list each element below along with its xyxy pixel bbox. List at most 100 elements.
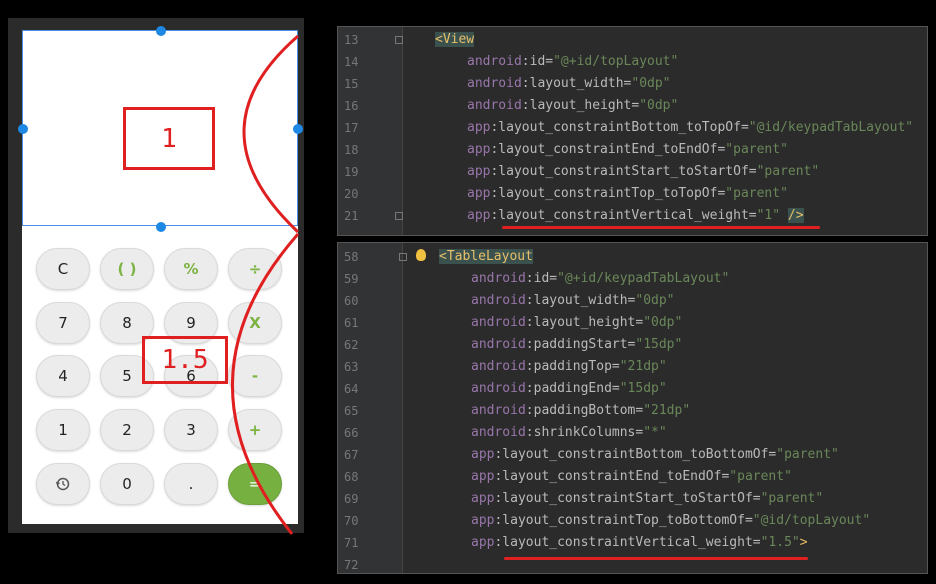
code-line[interactable]: 16 android:layout_height="0dp" — [338, 95, 927, 117]
code-token: "0dp" — [635, 293, 675, 308]
code-token: :layout_constraintBottom_toBottomOf= — [494, 447, 777, 462]
code-token: :layout_constraintTop_toBottomOf= — [494, 513, 753, 528]
code-text: <TableLayout — [439, 246, 533, 268]
line-number: 69 — [344, 492, 359, 506]
line-number: 63 — [344, 360, 359, 374]
keypad-key[interactable]: 4 — [36, 355, 90, 397]
code-editor-view-snippet[interactable]: 13 <View 14 android:id="@+id/topLayout" 15 an… — [337, 26, 928, 236]
code-token: android — [471, 337, 526, 352]
code-token: > — [799, 535, 808, 550]
fold-marker-icon[interactable] — [395, 212, 403, 220]
code-line[interactable]: 17 app:layout_constraintBottom_toTopOf="@… — [338, 117, 927, 139]
code-token: "parent" — [756, 164, 820, 179]
code-line[interactable]: 15 android:layout_width="0dp" — [338, 73, 927, 95]
weight-annotation-top: 1 — [123, 107, 215, 170]
code-token: app — [467, 164, 491, 179]
code-line[interactable]: 70 app:layout_constraintTop_toBottomOf="@… — [338, 510, 927, 532]
code-token: :layout_constraintTop_toTopOf= — [490, 186, 726, 201]
code-line[interactable]: 21 app:layout_constraintVertical_weight="… — [338, 205, 927, 227]
line-number: 17 — [344, 121, 359, 135]
code-line[interactable]: 62 android:paddingStart="15dp" — [338, 334, 927, 356]
keypad-key[interactable]: 3 — [164, 409, 218, 451]
keypad-key[interactable]: 1 — [36, 409, 90, 451]
device-screen: 1 C( )% ÷ 7 8 9 X 4 5 6-1 2 3 +0. = 1.5 — [18, 26, 303, 524]
code-token: android — [467, 98, 522, 113]
code-line[interactable]: 63 android:paddingTop="21dp" — [338, 356, 927, 378]
keypad-key[interactable]: 0 — [100, 463, 154, 505]
keypad-key[interactable]: % — [164, 248, 218, 290]
keypad-key[interactable]: + — [228, 409, 282, 451]
code-line[interactable]: 20 app:layout_constraintTop_toTopOf="pare… — [338, 183, 927, 205]
code-token: :paddingEnd= — [525, 381, 620, 396]
history-icon[interactable] — [36, 463, 90, 505]
keypad-key[interactable]: 2 — [100, 409, 154, 451]
code-line[interactable]: 59 android:id="@+id/keypadTabLayout" — [338, 268, 927, 290]
line-number: 21 — [344, 209, 359, 223]
keypad-key[interactable]: - — [228, 355, 282, 397]
code-token: "0dp" — [631, 76, 671, 91]
keypad-key[interactable]: X — [228, 302, 282, 344]
code-line[interactable]: 68 app:layout_constraintEnd_toEndOf="pare… — [338, 466, 927, 488]
code-line[interactable]: 58 <TableLayout — [338, 246, 927, 268]
resize-handle-left[interactable] — [18, 124, 28, 134]
fold-marker-icon[interactable] — [395, 36, 403, 44]
code-line[interactable]: 18 app:layout_constraintEnd_toEndOf="pare… — [338, 139, 927, 161]
code-token: "15dp" — [635, 337, 683, 352]
line-number: 64 — [344, 382, 359, 396]
code-text: android:paddingBottom="21dp" — [471, 400, 690, 422]
code-token: :layout_constraintStart_toStartOf= — [490, 164, 757, 179]
code-token: "@+id/keypadTabLayout" — [557, 271, 730, 286]
code-token: "21dp" — [619, 359, 667, 374]
code-line[interactable]: 19 app:layout_constraintStart_toStartOf="… — [338, 161, 927, 183]
line-number: 70 — [344, 514, 359, 528]
code-token: :layout_width= — [525, 293, 636, 308]
keypad-key[interactable]: . — [164, 463, 218, 505]
keypad-key[interactable]: 7 — [36, 302, 90, 344]
code-text: app:layout_constraintEnd_toEndOf="parent… — [467, 139, 788, 161]
top-layout-view[interactable]: 1 — [18, 26, 303, 232]
line-number: 60 — [344, 294, 359, 308]
fold-marker-icon[interactable] — [399, 253, 407, 261]
code-line[interactable]: 61 android:layout_height="0dp" — [338, 312, 927, 334]
code-line[interactable]: 13 <View — [338, 29, 927, 51]
code-line[interactable]: 71 app:layout_constraintVertical_weight="… — [338, 532, 927, 554]
code-text: app:layout_constraintBottom_toBottomOf="… — [471, 444, 839, 466]
line-number: 61 — [344, 316, 359, 330]
line-number: 20 — [344, 187, 359, 201]
keypad-key[interactable]: ( ) — [100, 248, 154, 290]
code-token: android — [471, 381, 526, 396]
resize-handle-top[interactable] — [156, 26, 166, 36]
code-token: <TableLayout — [439, 249, 533, 264]
line-number: 68 — [344, 470, 359, 484]
code-token: app — [467, 186, 491, 201]
line-number: 67 — [344, 448, 359, 462]
code-token: app — [471, 491, 495, 506]
code-token: android — [471, 403, 526, 418]
code-text: android:id="@+id/keypadTabLayout" — [471, 268, 729, 290]
keypad-key[interactable]: ÷ — [228, 248, 282, 290]
code-line[interactable]: 66 android:shrinkColumns="*" — [338, 422, 927, 444]
code-text: android:layout_width="0dp" — [467, 73, 671, 95]
code-text: app:layout_constraintVertical_weight="1"… — [467, 205, 804, 227]
code-line[interactable]: 67 app:layout_constraintBottom_toBottomOf… — [338, 444, 927, 466]
line-number: 72 — [344, 558, 359, 572]
code-token: "0dp" — [643, 315, 683, 330]
code-text: app:layout_constraintStart_toStartOf="pa… — [467, 161, 819, 183]
line-number: 62 — [344, 338, 359, 352]
line-number: 15 — [344, 77, 359, 91]
resize-handle-bottom[interactable] — [156, 222, 166, 232]
code-line[interactable]: 60 android:layout_width="0dp" — [338, 290, 927, 312]
underline-annotation-top — [502, 226, 820, 229]
resize-handle-right[interactable] — [293, 124, 303, 134]
code-line[interactable]: 14 android:id="@+id/topLayout" — [338, 51, 927, 73]
code-editor-tablelayout-snippet[interactable]: 58 <TableLayout 59 android:id="@+id/keypadT… — [337, 242, 928, 574]
code-line[interactable]: 64 android:paddingEnd="15dp" — [338, 378, 927, 400]
code-token: app — [467, 208, 491, 223]
code-line[interactable]: 65 android:paddingBottom="21dp" — [338, 400, 927, 422]
keypad-key[interactable]: = — [228, 463, 282, 505]
code-token: android — [471, 425, 526, 440]
code-token: :shrinkColumns= — [525, 425, 644, 440]
keypad-key[interactable]: C — [36, 248, 90, 290]
code-line[interactable]: 69 app:layout_constraintStart_toStartOf="… — [338, 488, 927, 510]
